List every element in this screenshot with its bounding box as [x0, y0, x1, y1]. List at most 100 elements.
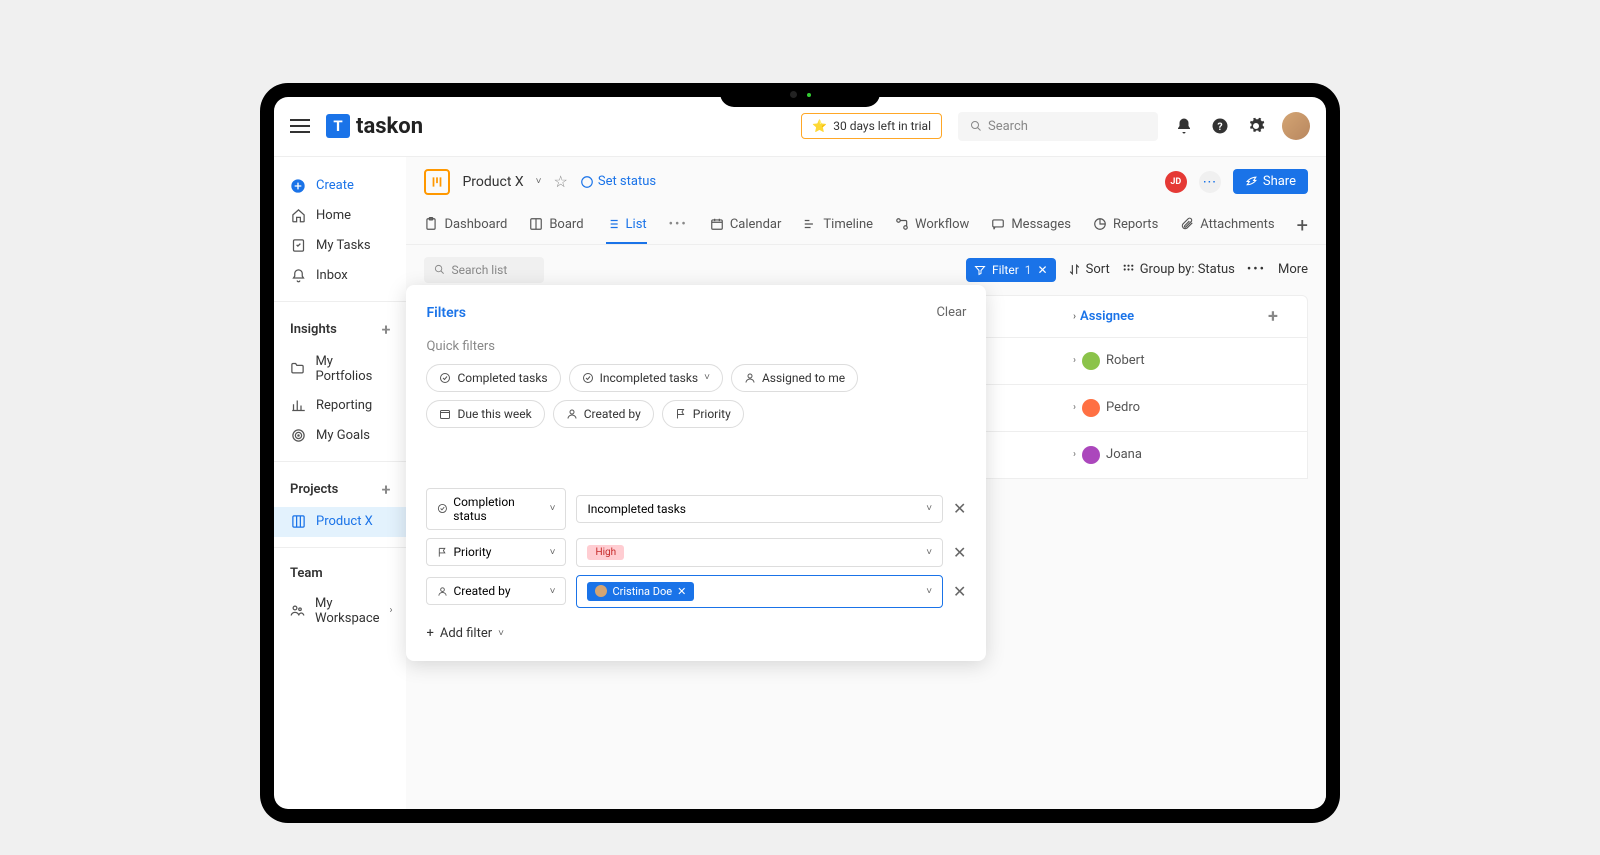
insights-label: Insights: [290, 322, 337, 337]
chip-due[interactable]: Due this week: [426, 400, 544, 428]
filters-title: Filters: [426, 305, 465, 321]
project-dropdown-icon[interactable]: ˅: [536, 176, 542, 187]
search-list-input[interactable]: Search list: [424, 257, 544, 283]
settings-icon[interactable]: [1246, 116, 1266, 136]
filter-row-createdby: Created by˅ Cristina Doe✕˅ ✕: [426, 575, 966, 608]
tab-calendar[interactable]: Calendar: [710, 207, 782, 244]
sidebar: Create Home My Tasks Inbox Insights: [274, 157, 406, 809]
target-icon: [290, 428, 306, 444]
tab-more-icon[interactable]: •••: [669, 207, 688, 244]
nav-home[interactable]: Home: [274, 201, 406, 231]
quick-filters-label: Quick filters: [426, 339, 966, 354]
more-button[interactable]: More: [1278, 262, 1308, 277]
check-circle-icon: [437, 503, 448, 514]
add-column-button[interactable]: +: [1253, 306, 1293, 327]
tab-timeline[interactable]: Timeline: [803, 207, 873, 244]
goals-label: My Goals: [316, 428, 370, 443]
trial-badge[interactable]: ⭐ 30 days left in trial: [801, 113, 942, 139]
avatar-icon: [1082, 446, 1100, 464]
caret-icon: ›: [1073, 355, 1076, 366]
member-badge[interactable]: JD: [1165, 171, 1187, 193]
calendar-icon: [710, 217, 724, 231]
remove-filter-icon[interactable]: ✕: [953, 582, 966, 601]
app-logo[interactable]: T taskon: [326, 114, 423, 139]
insights-section[interactable]: Insights +: [274, 312, 406, 347]
add-tab-button[interactable]: +: [1297, 213, 1308, 237]
user-avatar[interactable]: [1282, 112, 1310, 140]
filter-button[interactable]: Filter 1 ✕: [966, 258, 1056, 282]
create-button[interactable]: Create: [274, 171, 406, 201]
team-section: Team: [274, 558, 406, 589]
chevron-down-icon: ˅: [550, 586, 556, 597]
nav-mytasks[interactable]: My Tasks: [274, 231, 406, 261]
board-tab-icon: [529, 217, 543, 231]
sort-button[interactable]: Sort: [1068, 262, 1110, 277]
chevron-down-icon: ˅: [926, 547, 932, 558]
share-icon: [1245, 175, 1258, 188]
clear-filter-icon[interactable]: ✕: [1038, 263, 1048, 277]
add-insight-icon[interactable]: +: [382, 320, 391, 339]
nav-portfolios[interactable]: My Portfolios: [274, 347, 406, 391]
create-label: Create: [316, 178, 354, 193]
tab-attachments[interactable]: Attachments: [1180, 207, 1274, 244]
home-label: Home: [316, 208, 351, 223]
filter-value-select[interactable]: Cristina Doe✕˅: [576, 575, 943, 608]
main-content: Product X ˅ ☆ Set status JD ⋯ Share: [406, 157, 1326, 809]
filter-row-completion: Completion status˅ Incompleted tasks˅ ✕: [426, 488, 966, 530]
tab-dashboard[interactable]: Dashboard: [424, 207, 507, 244]
projects-section[interactable]: Projects +: [274, 472, 406, 507]
filter-value-select[interactable]: High˅: [576, 538, 943, 567]
more-members-button[interactable]: ⋯: [1199, 171, 1221, 193]
chip-assigned[interactable]: Assigned to me: [731, 364, 858, 392]
chevron-down-icon: ˅: [550, 547, 556, 558]
nav-reporting[interactable]: Reporting: [274, 391, 406, 421]
nav-productx[interactable]: Product X: [274, 507, 406, 537]
assignee-column[interactable]: ›Assignee: [1073, 306, 1253, 327]
tab-board[interactable]: Board: [529, 207, 583, 244]
filter-field-select[interactable]: Created by˅: [426, 577, 566, 605]
nav-goals[interactable]: My Goals: [274, 421, 406, 451]
chip-priority[interactable]: Priority: [662, 400, 744, 428]
remove-filter-icon[interactable]: ✕: [953, 543, 966, 562]
camera-dot: [790, 91, 797, 98]
nav-workspace[interactable]: My Workspace ›: [274, 589, 406, 633]
home-icon: [290, 208, 306, 224]
groupby-button[interactable]: Group by: Status: [1122, 262, 1235, 277]
grid-icon: [1122, 263, 1135, 276]
filter-value-select[interactable]: Incompleted tasks˅: [576, 495, 943, 523]
filter-field-select[interactable]: Priority˅: [426, 538, 566, 566]
chip-incompleted[interactable]: Incompleted tasks˅: [569, 364, 723, 392]
led-dot: [807, 93, 811, 97]
nav-inbox[interactable]: Inbox: [274, 261, 406, 291]
search-placeholder: Search: [988, 119, 1028, 134]
person-tag: Cristina Doe✕: [587, 582, 694, 601]
flag-icon: [675, 408, 687, 420]
tab-messages[interactable]: Messages: [991, 207, 1071, 244]
sort-icon: [1068, 263, 1081, 276]
filter-field-select[interactable]: Completion status˅: [426, 488, 566, 530]
chip-completed[interactable]: Completed tasks: [426, 364, 560, 392]
remove-tag-icon[interactable]: ✕: [677, 585, 686, 598]
tab-list[interactable]: List: [606, 207, 647, 244]
share-button[interactable]: Share: [1233, 169, 1308, 194]
timeline-icon: [803, 217, 817, 231]
add-project-icon[interactable]: +: [382, 480, 391, 499]
add-filter-button[interactable]: + Add filter ˅: [426, 626, 966, 641]
tab-workflow[interactable]: Workflow: [895, 207, 969, 244]
remove-filter-icon[interactable]: ✕: [953, 499, 966, 518]
star-project-icon[interactable]: ☆: [554, 172, 568, 191]
portfolios-label: My Portfolios: [315, 354, 390, 384]
search-input[interactable]: Search: [958, 112, 1158, 141]
person-icon: [566, 408, 578, 420]
more-options-button[interactable]: •••: [1247, 262, 1266, 277]
search-small-icon: [434, 264, 445, 275]
set-status-button[interactable]: Set status: [580, 174, 656, 189]
checklist-icon: [290, 238, 306, 254]
avatar-icon: [1082, 352, 1100, 370]
tab-reports[interactable]: Reports: [1093, 207, 1158, 244]
clear-filters-button[interactable]: Clear: [936, 305, 966, 321]
chip-createdby[interactable]: Created by: [553, 400, 654, 428]
notifications-icon[interactable]: [1174, 116, 1194, 136]
menu-icon[interactable]: [290, 115, 310, 137]
help-icon[interactable]: ?: [1210, 116, 1230, 136]
